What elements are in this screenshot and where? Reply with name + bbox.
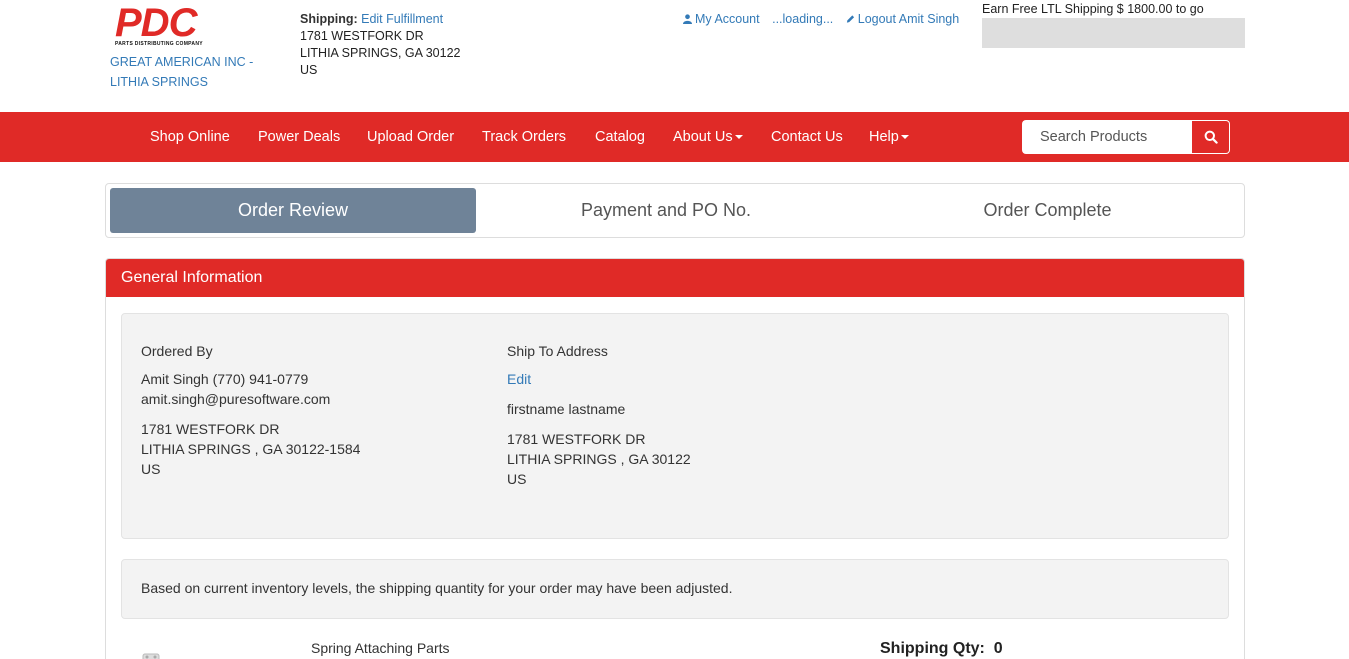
logout-link[interactable]: Logout Amit Singh [846, 12, 959, 26]
ordered-by-address-3: US [141, 461, 161, 477]
nav-power-deals[interactable]: Power Deals [258, 112, 340, 162]
product-thumbnail-icon[interactable] [142, 651, 160, 659]
ship-to-label: Ship To Address [507, 343, 608, 359]
search-box [1022, 120, 1230, 154]
search-input[interactable] [1023, 121, 1191, 153]
ordered-by-email: amit.singh@puresoftware.com [141, 391, 331, 407]
shipping-qty: Shipping Qty: 0 [880, 640, 1003, 658]
product-name[interactable]: Spring Attaching Parts [311, 640, 450, 656]
step-order-complete[interactable]: Order Complete [861, 188, 1234, 233]
ship-to-address-1: 1781 WESTFORK DR [507, 431, 646, 447]
my-account-link[interactable]: My Account [683, 12, 763, 26]
checkout-steps: Order Review Payment and PO No. Order Co… [105, 183, 1245, 238]
shipping-qty-value: 0 [993, 640, 1003, 657]
ship-to-address-3: US [507, 471, 527, 487]
ordered-by-name-phone: Amit Singh (770) 941-0779 [141, 371, 309, 387]
inventory-notice: Based on current inventory levels, the s… [141, 580, 733, 596]
ordered-by-section: Ordered By Amit Singh (770) 941-0779 ami… [141, 341, 481, 479]
shipping-info: Shipping: Edit Fulfillment 1781 WESTFORK… [300, 11, 461, 79]
ordered-by-address-1: 1781 WESTFORK DR [141, 421, 280, 437]
search-icon [1204, 130, 1218, 144]
company-link[interactable]: GREAT AMERICAN INC - LITHIA SPRINGS [110, 52, 270, 92]
company-line-2[interactable]: LITHIA SPRINGS [110, 72, 270, 92]
logo-text: PDC [115, 1, 197, 45]
ltl-shipping-text: Earn Free LTL Shipping $ 1800.00 to go [982, 2, 1204, 16]
ltl-progress-bar [982, 18, 1245, 48]
ship-to-section: Ship To Address Edit firstname lastname … [507, 341, 847, 489]
edit-fulfillment-link[interactable]: Edit Fulfillment [361, 12, 443, 26]
pdc-logo[interactable]: PDC PARTS DISTRIBUTING COMPANY [115, 3, 211, 47]
nav-contact-us[interactable]: Contact Us [771, 112, 843, 162]
shipping-label: Shipping: [300, 12, 358, 26]
general-information-panel: General Information Ordered By Amit Sing… [105, 258, 1245, 659]
ship-to-address-2: LITHIA SPRINGS , GA 30122 [507, 451, 691, 467]
logout-label: Logout Amit Singh [857, 12, 960, 26]
step-order-review[interactable]: Order Review [110, 188, 476, 233]
user-icon [683, 14, 692, 24]
nav-about-us-label: About Us [673, 129, 733, 145]
ordered-by-address-2: LITHIA SPRINGS , GA 30122-1584 [141, 441, 361, 457]
my-account-label: My Account [695, 12, 760, 26]
step-payment-po[interactable]: Payment and PO No. [481, 188, 851, 233]
shipping-address-line-1: 1781 WESTFORK DR [300, 29, 424, 43]
company-line-1[interactable]: GREAT AMERICAN INC - [110, 52, 270, 72]
shipping-qty-label: Shipping Qty: [880, 640, 985, 657]
ship-to-edit-link[interactable]: Edit [507, 371, 531, 387]
inventory-notice-well: Based on current inventory levels, the s… [121, 559, 1229, 619]
nav-shop-online[interactable]: Shop Online [150, 112, 230, 162]
caret-down-icon [734, 135, 743, 140]
shipping-address-line-3: US [300, 63, 318, 77]
main-navbar: Shop Online Power Deals Upload Order Tra… [0, 112, 1349, 162]
caret-down-icon [900, 135, 909, 140]
nav-upload-order[interactable]: Upload Order [367, 112, 454, 162]
loading-indicator: ...loading... [772, 12, 834, 26]
pencil-icon [846, 15, 854, 23]
nav-track-orders[interactable]: Track Orders [482, 112, 566, 162]
address-well: Ordered By Amit Singh (770) 941-0779 ami… [121, 313, 1229, 539]
shipping-address-line-2: LITHIA SPRINGS, GA 30122 [300, 46, 461, 60]
nav-catalog[interactable]: Catalog [595, 112, 645, 162]
nav-about-us[interactable]: About Us [673, 112, 743, 162]
ordered-by-label: Ordered By [141, 343, 213, 359]
nav-help[interactable]: Help [869, 112, 909, 162]
ship-to-name: firstname lastname [507, 401, 626, 417]
nav-help-label: Help [869, 129, 899, 145]
panel-title: General Information [106, 259, 1244, 297]
logo-subtext: PARTS DISTRIBUTING COMPANY [115, 41, 203, 47]
search-button[interactable] [1192, 121, 1229, 153]
account-links: My Account ...loading... Logout Amit Sin… [683, 12, 968, 26]
